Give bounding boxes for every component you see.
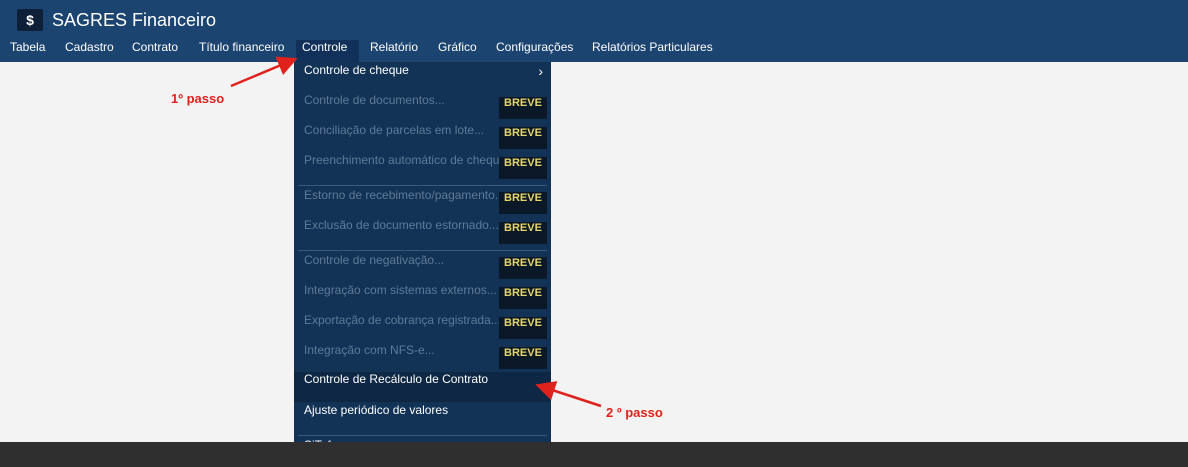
arrow-step-1 [230,56,298,88]
annotation-arrows [230,56,602,408]
arrow-step-2 [535,381,602,408]
